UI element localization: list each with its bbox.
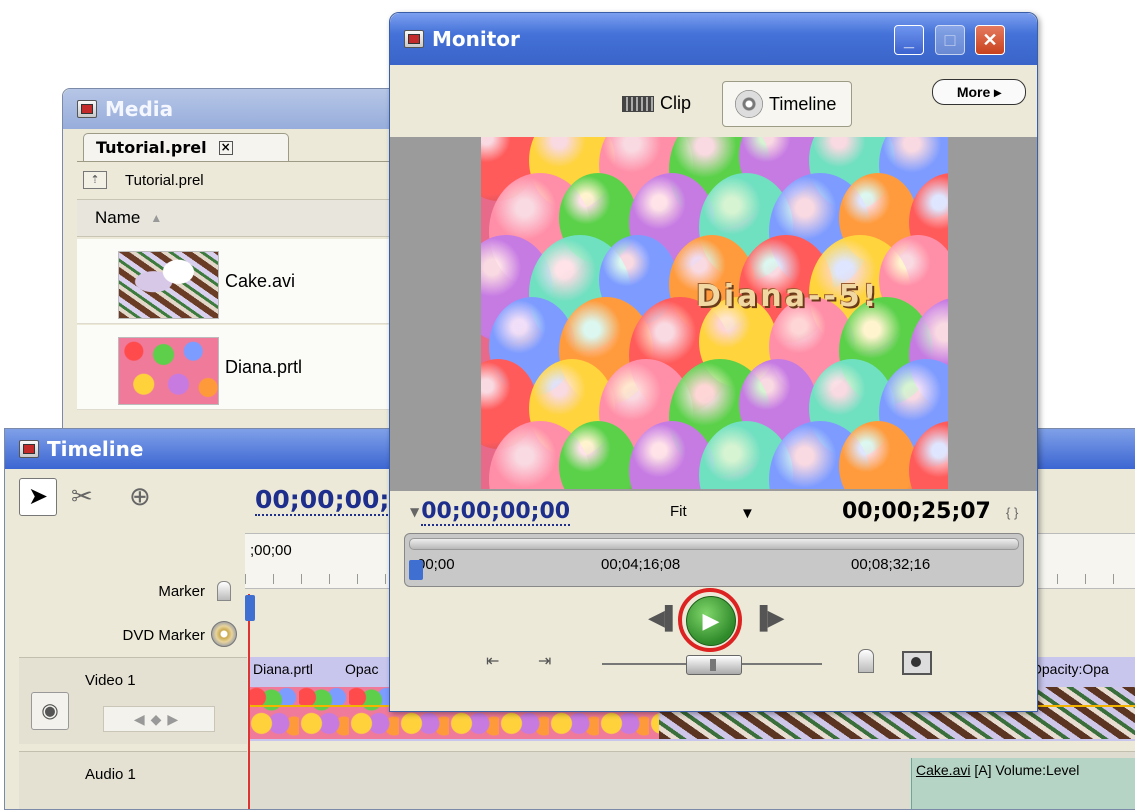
balloons-title-thumbnail (118, 337, 219, 405)
selection-tool-icon[interactable]: ➤ (19, 478, 57, 516)
ruler-start-time: ;00;00 (250, 542, 292, 559)
timeline-title: Timeline (47, 437, 144, 461)
marker-triangle-icon: ▼ (410, 505, 420, 519)
clip-label-diana: Diana.prtl (253, 661, 313, 677)
premiere-app-icon (77, 100, 97, 118)
tab-tutorial-prel[interactable]: Tutorial.prel × (83, 133, 289, 161)
audio-track-name: Audio 1 (85, 766, 136, 783)
maximize-button[interactable]: □ (935, 25, 965, 55)
list-item-label: Diana.prtl (225, 357, 303, 377)
name-column-header[interactable]: Name ▲ (77, 199, 408, 237)
video-title-overlay: Diana--5! (696, 279, 880, 314)
zoom-fit-label[interactable]: Fit (670, 503, 687, 520)
dvd-marker-label: DVD Marker (122, 627, 205, 644)
folder-up-icon[interactable]: ⇡ (83, 171, 107, 189)
cake-video-thumbnail (118, 251, 219, 319)
video-toggle-icon[interactable]: ◉ (31, 692, 69, 730)
premiere-app-icon (404, 30, 424, 48)
zoom-dropdown-arrow-icon[interactable]: ▼ (740, 505, 755, 522)
clip-opacity-label: Opac (345, 661, 379, 677)
list-item[interactable]: Diana.prtl (77, 325, 408, 410)
current-time-indicator[interactable] (409, 560, 423, 580)
scrub-time-end: 00;08;32;16 (851, 556, 931, 573)
duration-timecode: 00;00;25;07 (842, 499, 991, 524)
clip-mode-label: Clip (660, 93, 692, 113)
video-track-header: Video 1 ◉ ◀◆▶ (19, 657, 247, 744)
zoom-scroll-bar[interactable] (409, 538, 1019, 550)
audio-track[interactable]: Cake.avi [A] Volume:Level (249, 751, 1135, 809)
playhead-line (248, 594, 250, 809)
minimize-button[interactable]: _ (894, 25, 924, 55)
timeline-mode-label: Timeline (769, 93, 837, 114)
play-button[interactable]: ▶ (686, 596, 736, 646)
marker-icon[interactable] (217, 581, 231, 601)
list-item[interactable]: Cake.avi (77, 239, 408, 324)
marker-label: Marker (158, 583, 205, 600)
audio-clip[interactable]: Cake.avi [A] Volume:Level (911, 758, 1135, 809)
timeline-timecode[interactable]: 00;00;00;0 (255, 485, 407, 516)
playhead-handle[interactable] (245, 595, 255, 621)
monitor-scrub-bar[interactable]: 00;00 00;04;16;08 00;08;32;16 (404, 533, 1024, 587)
more-button[interactable]: More ▸ (932, 79, 1026, 105)
scrub-time-middle: 00;04;16;08 (601, 556, 681, 573)
clip-mode-button[interactable]: Clip (622, 93, 691, 114)
media-panel: Media Tutorial.prel × ⇡ Tutorial.prel Na… (62, 88, 409, 435)
sort-ascending-icon: ▲ (150, 211, 163, 225)
close-tab-icon[interactable]: × (218, 140, 233, 155)
track-select-tool-icon[interactable]: ⊕ (129, 481, 151, 512)
go-to-in-point-icon[interactable]: ⇤ (486, 651, 499, 671)
media-path-row: ⇡ Tutorial.prel (83, 165, 204, 195)
media-titlebar[interactable]: Media (63, 89, 408, 129)
close-button[interactable]: ✕ (975, 25, 1005, 55)
filmstrip-icon (622, 95, 654, 112)
set-marker-icon[interactable] (858, 649, 874, 673)
film-reel-icon (735, 90, 763, 118)
step-back-icon[interactable]: ◀▌ (648, 605, 681, 631)
export-frame-camera-icon[interactable] (902, 651, 932, 675)
timeline-mode-button[interactable]: Timeline (722, 81, 852, 127)
video-track-name: Video 1 (85, 672, 136, 689)
video-preview-area: Diana--5! (390, 137, 1037, 491)
keyframe-navigator[interactable]: ◀◆▶ (103, 706, 215, 732)
premiere-app-icon (19, 440, 39, 458)
duration-bracket-icon: { } (1006, 505, 1019, 520)
column-header-label: Name (95, 208, 141, 227)
monitor-window: Monitor _ □ ✕ Clip Timeline More ▸ Diana… (389, 12, 1038, 712)
list-item-label: Cake.avi (225, 271, 296, 291)
media-path: Tutorial.prel (125, 171, 204, 189)
step-forward-icon[interactable]: ▐▶ (752, 605, 785, 631)
media-tab-row: Tutorial.prel × (77, 133, 407, 162)
razor-tool-icon[interactable]: ✂ (71, 481, 93, 512)
clip2-opacity-label: Opacity:Opa (1031, 661, 1109, 677)
dvd-marker-icon[interactable] (211, 621, 237, 647)
audio-clip-label: Cake.avi [A] Volume:Level (916, 762, 1080, 778)
tab-label: Tutorial.prel (96, 138, 207, 157)
go-to-out-point-icon[interactable]: ⇥ (538, 651, 551, 671)
media-title: Media (105, 97, 174, 121)
current-timecode[interactable]: ▼00;00;00;00 (410, 499, 571, 526)
monitor-title: Monitor (432, 27, 520, 51)
audio-track-header: Audio 1 (19, 751, 247, 809)
video-preview-frame: Diana--5! (481, 137, 948, 489)
shuttle-slider[interactable] (686, 655, 742, 675)
